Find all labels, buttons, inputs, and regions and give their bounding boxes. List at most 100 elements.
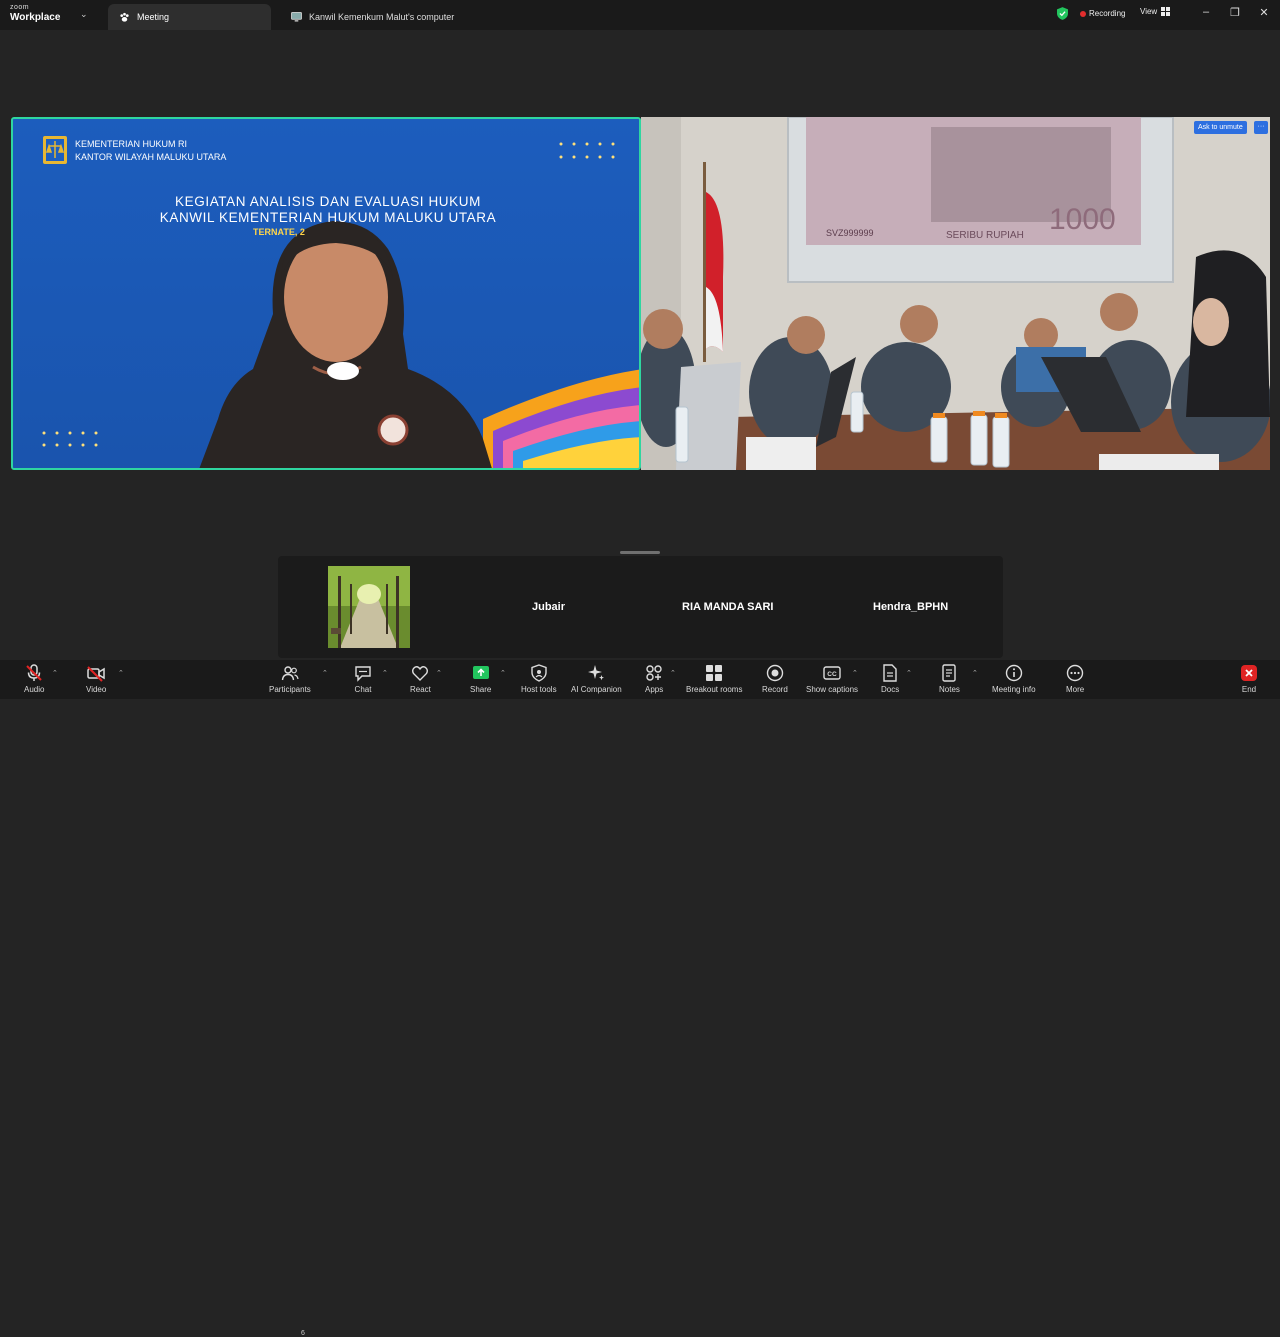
chat-button[interactable]: Chat: [354, 664, 372, 694]
info-icon: [1005, 664, 1022, 682]
ai-companion-button[interactable]: AI Companion: [571, 664, 622, 694]
banknote-serial: SVZ999999: [826, 228, 874, 238]
svg-text:CC: CC: [827, 671, 837, 678]
close-icon[interactable]: ✕: [1256, 6, 1272, 19]
host-tools-button[interactable]: Host tools: [521, 664, 557, 694]
chevron-up-icon[interactable]: ⌃: [52, 669, 58, 677]
docs-button[interactable]: Docs: [881, 664, 899, 694]
participant-strip: Jubair RIA MANDA SARI Hendra_BPHN: [278, 556, 1003, 658]
record-dot-icon: [1080, 10, 1086, 17]
chevron-up-icon[interactable]: ⌃: [852, 669, 858, 677]
room-video-tile[interactable]: SVZ999999 1000 SERIBU RUPIAH Ask to unmu…: [641, 117, 1270, 470]
notes-icon: [942, 664, 957, 682]
shield-check-icon: [1057, 7, 1068, 20]
sparkle-icon: [588, 665, 605, 681]
microphone-muted-icon: [26, 664, 42, 681]
more-button[interactable]: More: [1066, 664, 1084, 694]
video-label: Video: [86, 685, 107, 694]
chevron-up-icon[interactable]: ⌃: [118, 669, 124, 677]
share-screen-icon: [472, 666, 489, 679]
breakout-rooms-label: Breakout rooms: [686, 685, 743, 694]
record-button[interactable]: Record: [762, 664, 788, 694]
grid-icon: [706, 665, 723, 681]
participant-count-badge: 6: [301, 1330, 305, 1337]
meeting-toolbar: Audio ⌃ Video ⌃ Participants 6 ⌃ Chat ⌃ …: [0, 660, 1280, 1337]
chevron-up-icon[interactable]: ⌃: [436, 669, 442, 677]
decorative-dots: [559, 142, 615, 159]
apps-button[interactable]: Apps: [645, 664, 663, 694]
participant-name: Hendra_BPHN: [873, 601, 949, 613]
org-line-2: KANTOR WILAYAH MALUKU UTARA: [75, 152, 227, 162]
people-icon: [281, 666, 299, 681]
view-button[interactable]: View: [1140, 7, 1171, 16]
notes-button[interactable]: Notes: [939, 664, 960, 694]
meeting-info-button[interactable]: Meeting info: [992, 664, 1036, 694]
chat-label: Chat: [354, 685, 372, 694]
end-label: End: [1241, 685, 1257, 694]
zoom-workplace-logo: zoom Workplace: [10, 4, 61, 23]
tab-label: Meeting: [137, 12, 170, 22]
ministry-emblem: [43, 136, 67, 164]
share-button[interactable]: Share: [470, 664, 491, 694]
view-label: View: [1140, 7, 1158, 16]
title-bar: zoom Workplace ⌄ Meeting Kanwil Kemenkum…: [0, 0, 1280, 30]
minimize-icon[interactable]: –: [1198, 6, 1214, 18]
tab-shared-computer[interactable]: Kanwil Kemenkum Malut's computer: [280, 4, 480, 30]
chevron-down-icon[interactable]: ⌄: [80, 9, 88, 20]
slide-title-line-2: KANWIL KEMENTERIAN HUKUM MALUKU UTARA: [159, 210, 497, 225]
record-label: Record: [762, 685, 788, 694]
chevron-up-icon[interactable]: ⌃: [972, 669, 978, 677]
chevron-up-icon[interactable]: ⌃: [500, 669, 506, 677]
show-captions-label: Show captions: [806, 685, 859, 694]
slide-subtitle: TERNATE, 2: [253, 227, 305, 237]
participant-name: RIA MANDA SARI: [682, 601, 774, 613]
react-label: React: [410, 685, 431, 694]
grid-icon: [1161, 7, 1171, 16]
ask-to-unmute-button[interactable]: Ask to unmute: [1194, 121, 1247, 134]
participant-name: Jubair: [532, 601, 566, 613]
chevron-up-icon[interactable]: ⌃: [670, 669, 676, 677]
org-line-1: KEMENTERIAN HUKUM RI: [75, 139, 188, 149]
camera-off-icon: [87, 666, 105, 682]
participants-button[interactable]: Participants: [269, 664, 311, 694]
audio-label: Audio: [24, 685, 45, 694]
shield-icon: [531, 664, 547, 682]
recording-label: Recording: [1089, 9, 1126, 18]
tab-meeting[interactable]: Meeting: [108, 4, 271, 30]
paw-icon: [118, 11, 130, 23]
ai-companion-label: AI Companion: [571, 685, 622, 694]
banknote-value: 1000: [1049, 203, 1116, 236]
slide-background: [13, 119, 639, 468]
chevron-up-icon[interactable]: ⌃: [322, 669, 328, 677]
breakout-rooms-button[interactable]: Breakout rooms: [686, 664, 742, 694]
tile-more-button[interactable]: ···: [1254, 121, 1268, 134]
chevron-up-icon[interactable]: ⌃: [382, 669, 388, 677]
participant-avatar: [328, 566, 410, 648]
notes-label: Notes: [939, 685, 960, 694]
video-button[interactable]: Video: [86, 664, 106, 694]
room-video-frame: SVZ999999 1000 SERIBU RUPIAH: [641, 117, 1270, 470]
record-icon: [766, 664, 784, 682]
participants-label: Participants: [269, 685, 311, 694]
apps-label: Apps: [645, 685, 664, 694]
shared-screen-tile[interactable]: KEMENTERIAN HUKUM RI KANTOR WILAYAH MALU…: [11, 117, 641, 470]
host-tools-label: Host tools: [521, 685, 557, 694]
end-call-icon: [1241, 665, 1257, 681]
more-icon: [1066, 664, 1084, 682]
end-button[interactable]: End: [1240, 664, 1258, 694]
decorative-dots: [42, 431, 98, 447]
monitor-icon: [290, 11, 302, 23]
show-captions-button[interactable]: CC Show captions: [806, 664, 858, 694]
chevron-up-icon[interactable]: ⌃: [906, 669, 912, 677]
chat-bubble-icon: [355, 666, 371, 682]
docs-label: Docs: [881, 685, 900, 694]
document-icon: [883, 664, 897, 682]
tab-label: Kanwil Kemenkum Malut's computer: [309, 12, 455, 22]
audio-button[interactable]: Audio: [24, 664, 44, 694]
meeting-info-label: Meeting info: [992, 685, 1036, 694]
react-button[interactable]: React: [410, 664, 431, 694]
resize-handle[interactable]: [620, 551, 660, 554]
recording-indicator[interactable]: Recording: [1057, 7, 1125, 20]
share-label: Share: [470, 685, 492, 694]
restore-icon[interactable]: ❐: [1227, 6, 1243, 19]
